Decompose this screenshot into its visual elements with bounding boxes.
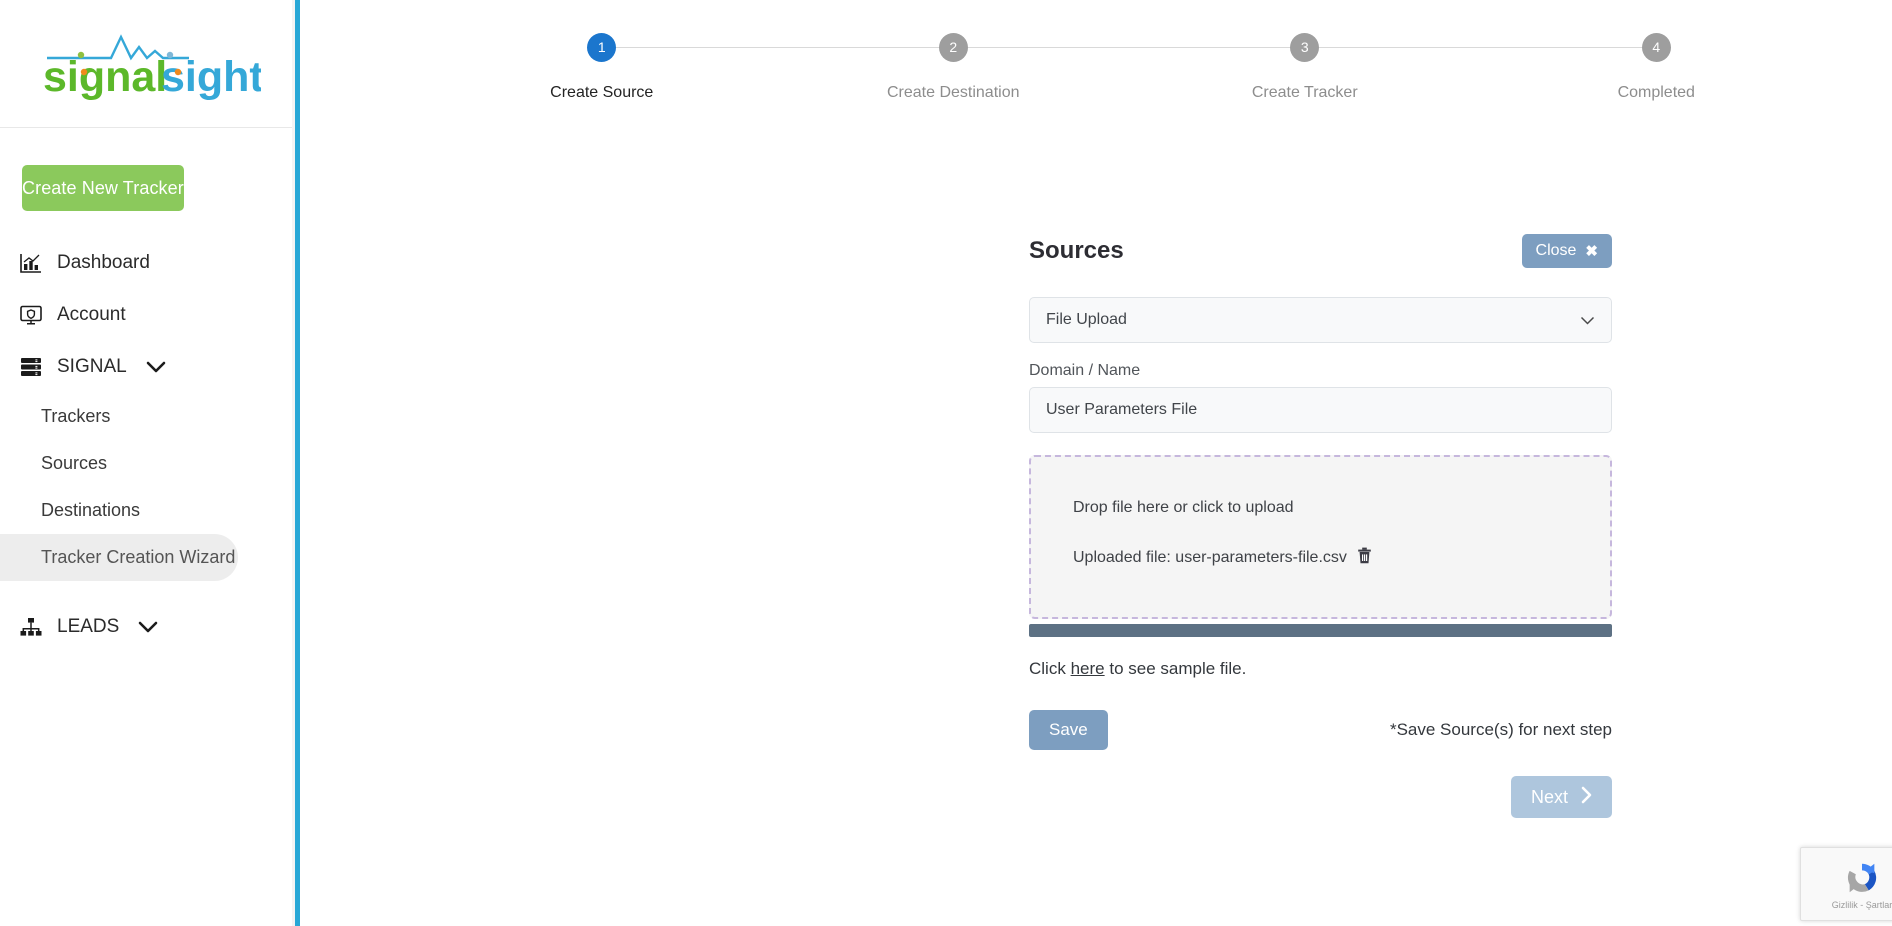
next-row: Next (1029, 776, 1612, 818)
domain-name-label: Domain / Name (1029, 362, 1141, 379)
step-label: Create Tracker (1251, 84, 1358, 101)
step-connector (601, 47, 954, 48)
domain-name-input[interactable]: User Parameters File (1029, 387, 1612, 433)
chevron-down-icon (1580, 313, 1595, 328)
sidebar-nav: Dashboard Account SIGNAL Trackers Source… (0, 237, 300, 653)
upload-progress-fill (1029, 624, 1612, 637)
sidebar-item-dashboard[interactable]: Dashboard (0, 237, 300, 289)
step-connector (953, 47, 1305, 48)
upload-progress-bar (1029, 624, 1612, 637)
logo-dot-orange (80, 68, 88, 75)
dropzone-prompt: Drop file here or click to upload (1073, 499, 1294, 516)
close-button-label: Close (1535, 242, 1577, 259)
page-title: Sources (1029, 237, 1124, 264)
sidebar-item-destinations[interactable]: Destinations (0, 487, 300, 534)
close-button[interactable]: Close ✖ (1521, 234, 1612, 268)
sidebar-item-account[interactable]: Account (0, 289, 300, 341)
sample-suffix: to see sample file. (1109, 659, 1247, 678)
step-number: 3 (1290, 33, 1320, 62)
sidebar-subitem-label: Destinations (41, 500, 141, 520)
logo-text-sight: sight (161, 53, 261, 101)
sitemap-icon (17, 615, 45, 639)
sidebar-subitem-label: Tracker Creation Wizard (41, 547, 236, 567)
chevron-down-icon[interactable] (137, 620, 159, 634)
step-label: Create Source (550, 84, 654, 101)
chevron-right-icon (1581, 786, 1592, 809)
uploaded-file-row: Uploaded file: user-parameters-file.csv (1073, 547, 1610, 569)
sidebar-item-sources[interactable]: Sources (0, 440, 300, 487)
save-button[interactable]: Save (1029, 710, 1108, 750)
step-label: Create Destination (886, 84, 1020, 101)
trash-icon[interactable] (1357, 547, 1372, 568)
signalsight-logo[interactable]: signal sight (39, 25, 261, 103)
step-number: 4 (1641, 33, 1671, 62)
next-button-label: Next (1530, 786, 1568, 807)
source-type-value: File Upload (1046, 311, 1127, 328)
create-new-tracker-button[interactable]: Create New Tracker (22, 165, 184, 211)
uploaded-file-prefix: Uploaded file: (1073, 549, 1171, 566)
logo-dot-blue (166, 51, 174, 58)
sample-prefix: Click (1029, 659, 1066, 678)
next-button[interactable]: Next (1510, 776, 1612, 818)
sources-panel: Sources Close ✖ File Upload Domain / Nam… (1029, 231, 1612, 818)
sidebar-item-label: SIGNAL (57, 356, 127, 377)
step-number: 1 (587, 33, 617, 62)
step-connector (1304, 47, 1657, 48)
sidebar-item-signal[interactable]: SIGNAL (0, 341, 300, 393)
step-create-source[interactable]: 1 Create Source (426, 33, 954, 102)
sidebar-subitem-label: Trackers (41, 406, 111, 426)
logo-dot-orange-2 (174, 68, 182, 75)
panel-header: Sources Close ✖ (1029, 231, 1612, 271)
source-type-select[interactable]: File Upload (1029, 297, 1612, 343)
monitor-shield-icon (17, 303, 45, 327)
chevron-down-icon[interactable] (145, 360, 167, 374)
sidebar-subitem-label: Sources (41, 453, 108, 473)
step-label: Completed (1617, 84, 1695, 101)
close-x-icon: ✖ (1585, 243, 1598, 260)
sample-file-text: Click here to see sample file. (1029, 659, 1612, 679)
server-stack-icon (17, 355, 45, 379)
file-dropzone[interactable]: Drop file here or click to upload Upload… (1029, 455, 1612, 619)
step-completed[interactable]: 4 Completed (1481, 33, 1833, 102)
uploaded-file-name: user-parameters-file.csv (1175, 549, 1347, 566)
step-create-destination[interactable]: 2 Create Destination (778, 33, 1305, 102)
sidebar-item-label: Account (57, 304, 126, 325)
main-content: 1 Create Source 2 Create Destination 3 C… (300, 0, 1892, 926)
recaptcha-text: Gizlilik - Şartlar (1831, 899, 1892, 910)
logo-dot-green (77, 51, 85, 58)
sidebar: signal sight Create New Tracker Dashboar… (0, 0, 308, 926)
stepper-steps: 1 Create Source 2 Create Destination 3 C… (426, 33, 1832, 102)
step-number: 2 (938, 33, 968, 62)
save-hint: *Save Source(s) for next step (1389, 720, 1612, 739)
panel-actions: Save *Save Source(s) for next step (1029, 710, 1612, 750)
wizard-stepper: 1 Create Source 2 Create Destination 3 C… (426, 33, 1832, 113)
sidebar-item-leads[interactable]: LEADS (0, 601, 300, 653)
recaptcha-badge[interactable]: Gizlilik - Şartlar (1800, 847, 1892, 921)
logo-text-signal: signal (43, 53, 167, 101)
recaptcha-icon (1847, 863, 1877, 892)
sidebar-item-tracker-creation-wizard[interactable]: Tracker Creation Wizard (0, 534, 238, 581)
sidebar-item-label: LEADS (57, 616, 120, 637)
bar-chart-icon (17, 251, 45, 275)
sample-file-link[interactable]: here (1071, 659, 1105, 678)
app-root: signal sight Create New Tracker Dashboar… (0, 0, 1892, 926)
logo-container: signal sight (0, 0, 300, 128)
step-create-tracker[interactable]: 3 Create Tracker (1129, 33, 1657, 102)
sidebar-item-trackers[interactable]: Trackers (0, 393, 300, 440)
sidebar-item-label: Dashboard (57, 252, 150, 273)
